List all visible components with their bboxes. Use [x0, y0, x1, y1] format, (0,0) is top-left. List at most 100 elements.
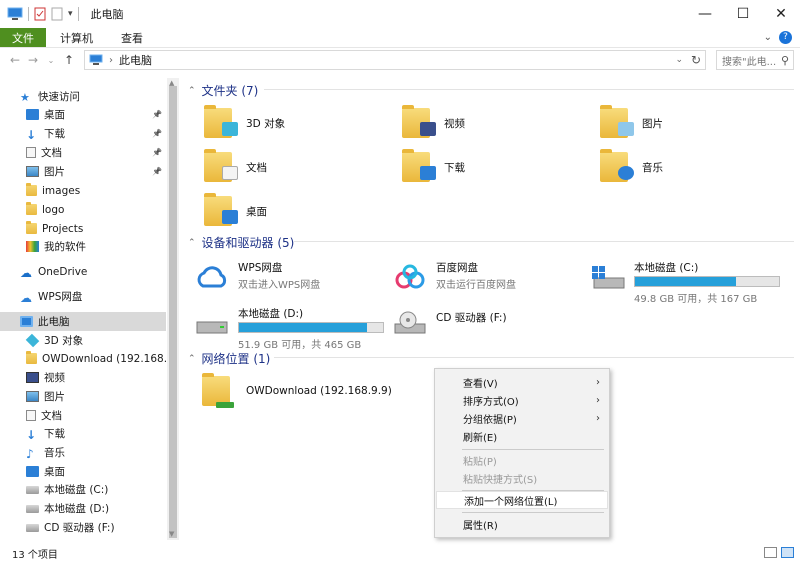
folder-tile-music[interactable]: 音乐 [600, 146, 663, 188]
sidebar-item[interactable]: CD 驱动器 (F:) [0, 518, 166, 537]
submenu-arrow-icon: › [596, 412, 600, 424]
help-icon[interactable]: ? [779, 31, 792, 44]
sidebar-item[interactable]: ♪ 音乐 [0, 443, 166, 462]
menu-item-properties[interactable]: 属性(R) [436, 515, 608, 533]
collapse-chevron-icon[interactable]: ⌃ [188, 238, 196, 248]
maximize-button[interactable]: ☐ [724, 0, 762, 28]
sidebar-item[interactable]: 桌面 [0, 462, 166, 481]
group-header-network[interactable]: ⌃ 网络位置 (1) [188, 350, 270, 367]
menu-item-sort-by[interactable]: 排序方式(O) › [436, 391, 608, 409]
menu-item-paste-shortcut[interactable]: 粘贴快捷方式(S) [436, 469, 608, 487]
sidebar-item[interactable]: 我的软件 [0, 237, 166, 256]
folder-tile-desktop[interactable]: 桌面 [204, 190, 267, 232]
sidebar-item[interactable]: images [0, 181, 166, 200]
tab-computer[interactable]: 计算机 [46, 28, 107, 47]
sidebar-item[interactable]: ☁ OneDrive [0, 262, 166, 281]
collapse-chevron-icon[interactable]: ⌃ [188, 86, 196, 96]
search-icon: ⚲ [780, 53, 789, 67]
download-icon [402, 149, 436, 182]
menu-item-group-by[interactable]: 分组依据(P) › [436, 409, 608, 427]
sidebar-item[interactable]: ↓ 下载 [0, 424, 166, 443]
group-header-devices[interactable]: ⌃ 设备和驱动器 (5) [188, 234, 294, 251]
folder-label: 下载 [444, 161, 465, 174]
large-icons-view-icon[interactable] [781, 547, 794, 558]
sidebar-item[interactable]: 3D 对象 [0, 331, 166, 350]
folder-tile-downloads[interactable]: 下载 [402, 146, 465, 188]
sidebar-scroll-thumb[interactable] [169, 86, 177, 538]
device-tile-baidu-cloud[interactable]: 百度网盘 双击运行百度网盘 [382, 254, 572, 302]
sidebar-item[interactable]: 本地磁盘 (C:) [0, 480, 166, 499]
properties-icon[interactable] [34, 7, 46, 21]
sidebar-item[interactable]: ★ 快速访问 [0, 87, 166, 106]
refresh-icon[interactable]: ↻ [691, 53, 701, 67]
forward-arrow-icon[interactable]: → [24, 53, 42, 67]
3d-objects-icon [25, 333, 40, 348]
details-view-icon[interactable] [764, 547, 777, 558]
group-title: 网络位置 (1) [201, 352, 271, 366]
menu-item-paste[interactable]: 粘贴(P) [436, 451, 608, 469]
device-tile-cd-drive[interactable]: CD 驱动器 (F:) [382, 300, 572, 348]
sidebar-item[interactable]: 图片 [0, 387, 166, 406]
sidebar-item[interactable]: 本地磁盘 (D:) [0, 499, 166, 518]
sidebar-item[interactable]: 图片 📌 [0, 162, 166, 181]
sidebar-item[interactable]: 此电脑 [0, 312, 166, 331]
menu-label: 粘贴(P) [463, 456, 497, 468]
sidebar-item[interactable]: Projects [0, 219, 166, 238]
up-arrow-icon[interactable]: ↑ [60, 53, 78, 67]
sidebar-item-label: 我的软件 [44, 241, 86, 253]
pin-icon[interactable]: 📌 [152, 167, 162, 176]
menu-item-add-network-location[interactable]: 添加一个网络位置(L) [436, 491, 608, 509]
folder-tile-videos[interactable]: 视频 [402, 102, 465, 144]
folder-tile-3d-objects[interactable]: 3D 对象 [204, 102, 285, 144]
menu-item-view[interactable]: 查看(V) › [436, 373, 608, 391]
tab-file[interactable]: 文件 [0, 28, 46, 47]
address-dropdown-icon[interactable]: ⌄ [675, 55, 683, 65]
device-tile-drive-c[interactable]: 本地磁盘 (C:) 49.8 GB 可用，共 167 GB [580, 254, 790, 305]
breadcrumb-chevron-icon[interactable]: › [109, 55, 113, 66]
ribbon-tabs: 文件 计算机 查看 ⌄ ? [0, 28, 800, 48]
sidebar-item-label: 下载 [44, 428, 65, 440]
download-icon: ↓ [26, 428, 37, 442]
menu-item-refresh[interactable]: 刷新(E) [436, 427, 608, 445]
minimize-button[interactable]: — [686, 0, 724, 28]
sidebar-item[interactable]: logo [0, 200, 166, 219]
sidebar-item-label: 音乐 [44, 447, 65, 459]
device-tile-wps-cloud[interactable]: WPS网盘 双击进入WPS网盘 [184, 254, 374, 302]
address-bar[interactable]: › 此电脑 ⌄ ↻ [84, 50, 706, 70]
sidebar-item[interactable]: OWDownload (192.168.9.9) [0, 349, 166, 368]
pin-icon[interactable]: 📌 [152, 148, 162, 157]
scroll-up-icon[interactable]: ▲ [169, 79, 174, 87]
video-icon [402, 105, 436, 138]
scroll-down-icon[interactable]: ▼ [169, 530, 174, 538]
menu-separator [462, 449, 604, 450]
customize-toolbar-icon[interactable]: ▾ [68, 9, 73, 19]
folder-tile-documents[interactable]: 文档 [204, 146, 267, 188]
sidebar-item[interactable]: 桌面 📌 [0, 105, 166, 124]
sidebar-item[interactable]: 文档 📌 [0, 143, 166, 162]
pin-icon[interactable]: 📌 [152, 129, 162, 138]
expand-ribbon-icon[interactable]: ⌄ [764, 32, 772, 43]
recent-locations-icon[interactable]: ⌄ [42, 56, 60, 65]
network-tile-owdownload[interactable]: OWDownload (192.168.9.9) [198, 370, 392, 412]
folder-icon [26, 183, 37, 196]
sidebar-item[interactable]: ↓ 下载 📌 [0, 124, 166, 143]
navigation-pane: ★ 快速访问 桌面 📌 ↓ 下载 📌 文档 📌 图片 📌 images logo Projects 我的软件… [0, 78, 166, 540]
tab-view[interactable]: 查看 [107, 28, 157, 47]
sidebar-item[interactable]: 文档 [0, 406, 166, 425]
close-button[interactable]: ✕ [762, 0, 800, 28]
breadcrumb-this-pc[interactable]: 此电脑 [119, 52, 152, 68]
folder-tile-pictures[interactable]: 图片 [600, 102, 663, 144]
device-tile-drive-d[interactable]: 本地磁盘 (D:) 51.9 GB 可用，共 465 GB [184, 300, 394, 351]
back-arrow-icon[interactable]: ← [6, 53, 24, 67]
group-header-folders[interactable]: ⌃ 文件夹 (7) [188, 82, 258, 99]
video-icon [26, 372, 39, 383]
wps-cloud-icon [197, 266, 227, 288]
sidebar-item-label: 本地磁盘 (C:) [44, 484, 109, 496]
pin-icon[interactable]: 📌 [152, 110, 162, 119]
sidebar-item[interactable]: ☁ WPS网盘 [0, 287, 166, 306]
cd-drive-icon [26, 523, 39, 532]
sidebar-item[interactable]: 视频 [0, 368, 166, 387]
search-input[interactable]: 搜索"此电... ⚲ [716, 50, 794, 70]
new-folder-icon[interactable] [51, 7, 63, 21]
collapse-chevron-icon[interactable]: ⌃ [188, 354, 196, 364]
